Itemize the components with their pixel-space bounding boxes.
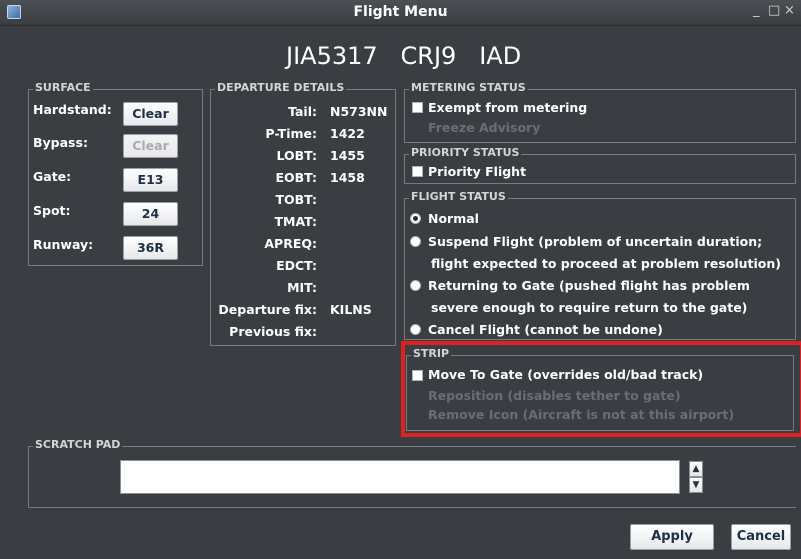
tobt-label: TOBT: bbox=[275, 192, 317, 207]
window-title: Flight Menu bbox=[353, 4, 448, 20]
hardstand-label: Hardstand: bbox=[33, 102, 112, 117]
tail-label: Tail: bbox=[288, 104, 317, 119]
apreq-label: APREQ: bbox=[264, 236, 317, 251]
exempt-metering-checkbox[interactable] bbox=[412, 102, 423, 113]
priority-status-title: PRIORITY STATUS bbox=[409, 146, 522, 159]
scratch-pad-title: SCRATCH PAD bbox=[33, 438, 123, 451]
highlight-box bbox=[401, 341, 801, 437]
gate-button[interactable]: E13 bbox=[123, 168, 178, 192]
tmat-label: TMAT: bbox=[274, 214, 317, 229]
hardstand-clear-button[interactable]: Clear bbox=[123, 102, 178, 126]
ptime-label: P-Time: bbox=[265, 126, 317, 141]
eobt-label: EOBT: bbox=[275, 170, 317, 185]
normal-label: Normal bbox=[428, 211, 479, 226]
suspend-flight-label-line2: flight expected to proceed at problem re… bbox=[431, 256, 781, 271]
destination: IAD bbox=[479, 42, 522, 70]
bypass-clear-button[interactable]: Clear bbox=[123, 134, 178, 158]
suspend-flight-radio[interactable] bbox=[410, 236, 421, 247]
departure-details-title: DEPARTURE DETAILS bbox=[215, 81, 347, 94]
lobt-value: 1455 bbox=[330, 148, 365, 163]
eobt-value: 1458 bbox=[330, 170, 365, 185]
departure-fix-label: Departure fix: bbox=[218, 302, 317, 317]
previous-fix-label: Previous fix: bbox=[229, 324, 317, 339]
cancel-button[interactable]: Cancel bbox=[731, 524, 791, 550]
runway-label: Runway: bbox=[33, 237, 94, 252]
exempt-metering-label: Exempt from metering bbox=[428, 100, 588, 115]
apply-button[interactable]: Apply bbox=[630, 524, 714, 550]
minimize-button[interactable]: _ bbox=[753, 3, 760, 18]
callsign: JIA5317 bbox=[286, 42, 378, 70]
flight-status-title: FLIGHT STATUS bbox=[409, 190, 508, 203]
normal-radio[interactable] bbox=[410, 213, 421, 224]
priority-flight-label: Priority Flight bbox=[428, 164, 527, 179]
flight-header: JIA5317 CRJ9 IAD bbox=[286, 42, 521, 70]
cancel-flight-radio[interactable] bbox=[410, 324, 421, 335]
bypass-label: Bypass: bbox=[33, 135, 88, 150]
tail-value: N573NN bbox=[330, 104, 388, 119]
close-button[interactable]: × bbox=[784, 3, 795, 18]
departure-fix-value: KILNS bbox=[330, 302, 372, 317]
scratch-pad-input[interactable] bbox=[120, 460, 680, 494]
spot-button[interactable]: 24 bbox=[123, 202, 178, 226]
metering-status-title: METERING STATUS bbox=[409, 81, 528, 94]
ptime-value: 1422 bbox=[330, 126, 365, 141]
surface-title: SURFACE bbox=[33, 81, 93, 94]
cancel-flight-label: Cancel Flight (cannot be undone) bbox=[428, 322, 663, 337]
runway-button[interactable]: 36R bbox=[123, 236, 178, 260]
returning-to-gate-label-line2: severe enough to require return to the g… bbox=[431, 300, 748, 315]
aircraft-type: CRJ9 bbox=[400, 42, 457, 70]
maximize-button[interactable]: □ bbox=[768, 3, 780, 18]
edct-label: EDCT: bbox=[276, 258, 317, 273]
lobt-label: LOBT: bbox=[276, 148, 317, 163]
gate-label: Gate: bbox=[33, 169, 72, 184]
spot-label: Spot: bbox=[33, 203, 71, 218]
scroll-up-arrow-icon[interactable]: ▲ bbox=[689, 461, 703, 477]
returning-to-gate-label: Returning to Gate (pushed flight has pro… bbox=[428, 278, 750, 293]
title-bar: Flight Menu _ □ × bbox=[0, 0, 801, 26]
returning-to-gate-radio[interactable] bbox=[410, 280, 421, 291]
scroll-down-arrow-icon[interactable]: ▼ bbox=[689, 477, 703, 493]
mit-label: MIT: bbox=[287, 280, 317, 295]
freeze-advisory-label[interactable]: Freeze Advisory bbox=[428, 120, 540, 135]
priority-flight-checkbox[interactable] bbox=[412, 166, 423, 177]
suspend-flight-label: Suspend Flight (problem of uncertain dur… bbox=[428, 234, 763, 249]
